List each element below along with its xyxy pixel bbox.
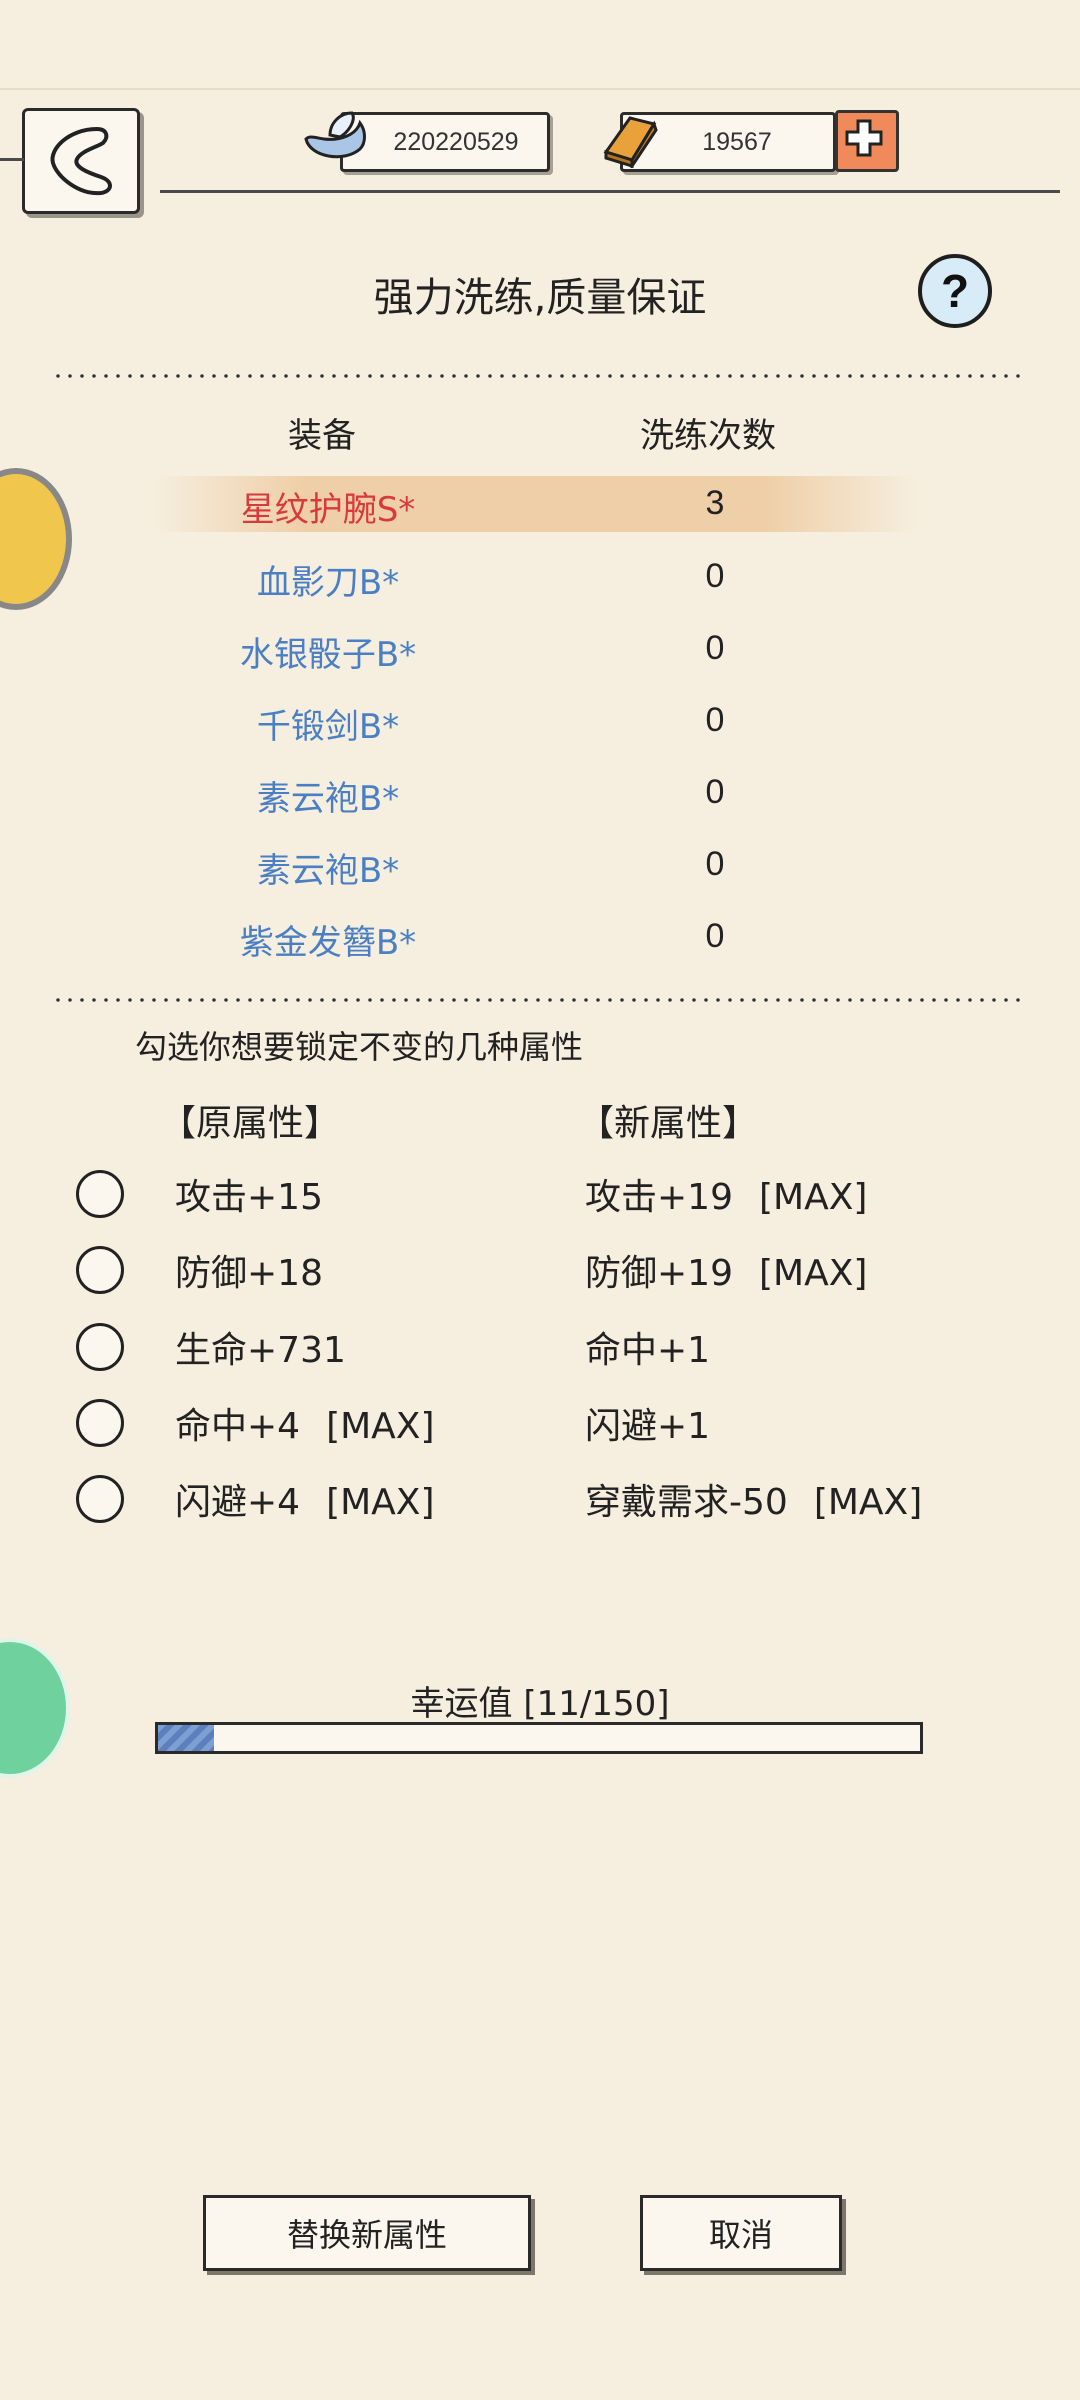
old-attribute: 生命+731 — [175, 1321, 372, 1373]
new-attribute-text: 闪避+1 — [585, 1406, 711, 1447]
replace-attributes-button[interactable]: 替换新属性 — [203, 2195, 531, 2271]
equip-row-name[interactable]: 血影刀B* — [148, 555, 508, 604]
old-attribute-text: 闪避+4 — [175, 1482, 301, 1523]
old-attribute-max: [MAX] — [326, 1406, 435, 1447]
luck-label: 幸运值 [11/150] — [410, 1684, 670, 1724]
lock-attribute-radio[interactable] — [76, 1399, 124, 1447]
equip-row-name[interactable]: 千锻剑B* — [148, 699, 508, 748]
add-gold-button[interactable] — [835, 110, 899, 172]
header-underline-left — [0, 158, 24, 161]
lock-attribute-radio[interactable] — [76, 1246, 124, 1294]
new-attribute: 防御+19 [MAX] — [585, 1244, 867, 1296]
equip-row-name[interactable]: 紫金发簪B* — [148, 915, 508, 964]
back-button[interactable] — [22, 108, 140, 214]
new-attribute-max: [MAX] — [813, 1482, 923, 1523]
cancel-button[interactable]: 取消 — [640, 2195, 842, 2271]
top-divider — [0, 88, 1080, 90]
luck-progress-fill — [158, 1725, 214, 1751]
new-attribute: 闪避+1 — [585, 1397, 736, 1449]
old-attribute: 防御+18 — [175, 1244, 349, 1296]
equip-row-count: 0 — [705, 917, 725, 955]
new-attribute: 穿戴需求-50 [MAX] — [585, 1473, 922, 1525]
equip-row-name[interactable]: 星纹护腕S* — [148, 482, 508, 531]
lock-attribute-radio[interactable] — [76, 1323, 124, 1371]
back-arrow-icon — [50, 126, 112, 196]
plus-icon — [845, 119, 883, 157]
new-attribute-text: 穿戴需求-50 — [585, 1482, 788, 1523]
new-attribute-text: 防御+19 — [585, 1253, 733, 1294]
old-attributes-header: 【原属性】 — [160, 1103, 341, 1144]
lock-hint-text: 勾选你想要锁定不变的几种属性 — [135, 1028, 584, 1066]
count-column-header: 洗练次数 — [640, 416, 776, 456]
equip-row-count: 3 — [705, 484, 725, 522]
equip-row-count: 0 — [705, 557, 725, 595]
silver-ingot-icon — [300, 105, 370, 167]
old-attribute-max: [MAX] — [326, 1482, 435, 1523]
equip-row-name[interactable]: 素云袍B* — [148, 843, 508, 892]
new-attributes-header: 【新属性】 — [578, 1103, 759, 1144]
old-attribute: 闪避+4 [MAX] — [175, 1473, 435, 1525]
equip-row-count: 0 — [705, 701, 725, 739]
luck-progress-bar — [155, 1722, 923, 1754]
side-avatar-badge[interactable] — [0, 468, 72, 610]
dotted-divider-mid — [52, 998, 1022, 1002]
lock-attribute-radio[interactable] — [76, 1170, 124, 1218]
header-underline — [160, 190, 1060, 193]
gold-amount: 19567 — [702, 127, 772, 156]
new-attribute-max: [MAX] — [758, 1253, 868, 1294]
dotted-divider-top — [52, 374, 1022, 378]
silver-amount: 220220529 — [393, 127, 519, 156]
lock-attribute-radio[interactable] — [76, 1475, 124, 1523]
old-attribute: 命中+4 [MAX] — [175, 1397, 435, 1449]
help-button[interactable]: ? — [918, 254, 992, 328]
equip-row-name[interactable]: 水银骰子B* — [148, 627, 508, 676]
new-attribute-text: 攻击+19 — [585, 1177, 733, 1218]
old-attribute-text: 生命+731 — [175, 1330, 346, 1371]
old-attribute-text: 攻击+15 — [175, 1177, 323, 1218]
equip-row-name[interactable]: 素云袍B* — [148, 771, 508, 820]
equip-column-header: 装备 — [288, 416, 356, 456]
silver-counter: 220220529 — [340, 112, 550, 172]
gold-bar-icon — [600, 108, 660, 171]
equip-row-count: 0 — [705, 629, 725, 667]
old-attribute: 攻击+15 — [175, 1168, 349, 1220]
old-attribute-text: 防御+18 — [175, 1253, 323, 1294]
new-attribute: 攻击+19 [MAX] — [585, 1168, 867, 1220]
equip-row-count: 0 — [705, 845, 725, 883]
old-attribute-text: 命中+4 — [175, 1406, 301, 1447]
new-attribute-text: 命中+1 — [585, 1330, 711, 1371]
new-attribute: 命中+1 — [585, 1321, 736, 1373]
new-attribute-max: [MAX] — [758, 1177, 868, 1218]
equip-row-count: 0 — [705, 773, 725, 811]
